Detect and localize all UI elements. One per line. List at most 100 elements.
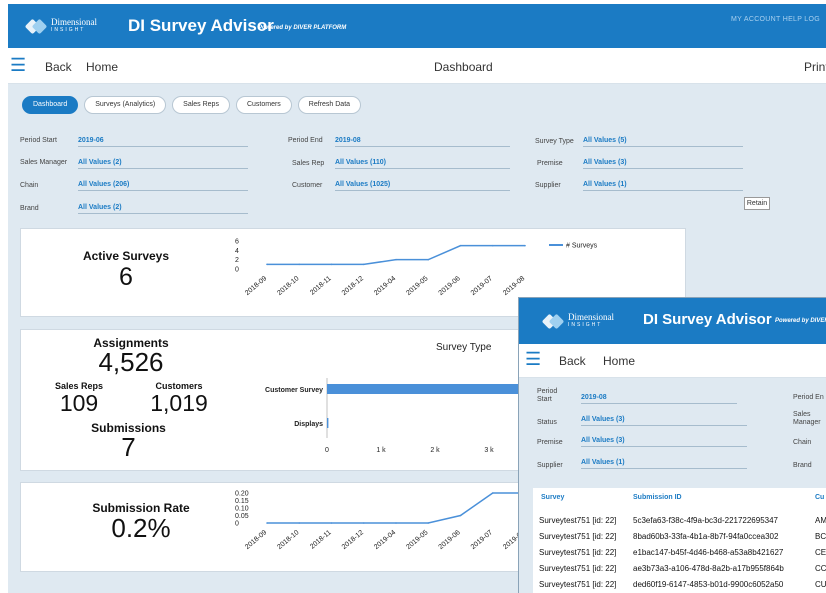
customer-label: Customer [292,182,323,189]
bar-mark [327,418,329,428]
brand-select[interactable]: All Values (2) [78,204,248,214]
supplier-select[interactable]: All Values (1) [583,181,743,191]
surveys-data-point [395,258,397,261]
back-link[interactable]: Back [45,60,72,74]
bar-xtick-label: 3 k [484,447,494,454]
submission-id-cell[interactable]: 8bad60b3-33fa-4b1a-8b7f-94fa0ccea302 [633,532,778,541]
rate-data-point [298,522,301,524]
assignments-value: 4,526 [98,347,164,377]
survey-cell[interactable]: Surveytest751 [id: 22] [539,564,616,573]
ov-status-label: Status [537,419,557,426]
bar-category-label: Displays [294,421,323,428]
period-end-select[interactable]: 2019-08 [335,137,510,147]
customer-cell[interactable]: AM [815,516,826,525]
bar-xtick-label: 1 k [376,447,386,454]
surveys-xtick-label: 2019-07 [470,275,494,297]
submissions-window: Dimensional INSIGHT DI Survey Advisor Po… [518,297,826,593]
rate-data-point [491,492,494,494]
submission-id-cell[interactable]: 5c3efa63-f38c-4f9a-bc3d-221722695347 [633,516,778,525]
app-header: Dimensional INSIGHT DI Survey Advisor Po… [8,4,826,48]
ov-period-start-label: Period Start [537,388,558,403]
surveys-data-point [266,263,268,266]
surveys-data-point [330,263,333,266]
overlay-logo-line1: Dimensional [568,312,614,322]
column-header-submission-id[interactable]: Submission ID [633,494,682,501]
customer-cell[interactable]: BC [815,532,826,541]
surveys-xtick-label: 2018-11 [309,275,333,297]
ov-period-start-select[interactable]: 2019-08 [581,394,737,404]
sales-manager-select[interactable]: All Values (2) [78,159,248,169]
rate-xtick-label: 2019-07 [470,529,494,551]
surveys-series-line [267,244,525,266]
rate-xtick-label: 2018-10 [276,529,300,551]
survey-cell[interactable]: Surveytest751 [id: 22] [539,548,616,557]
period-end-label: Period End [288,137,323,144]
premise-select[interactable]: All Values (3) [583,159,743,169]
surveys-xtick-label: 2019-06 [438,275,462,297]
tab-sales-reps[interactable]: Sales Reps [172,96,230,114]
company-logo[interactable]: Dimensional INSIGHT [24,17,97,35]
surveys-legend-label: # Surveys [566,243,598,250]
ov-period-end-label: Period En [793,394,824,401]
customer-cell[interactable]: CC [815,564,826,573]
customer-cell[interactable]: CU [815,580,826,589]
submission-id-cell[interactable]: e1bac147-b45f-4d46-b468-a53a8b421627 [633,548,783,557]
sales-rep-label: Sales Rep [292,160,325,167]
overlay-app-title: DI Survey Advisor [643,311,772,328]
overlay-hamburger-menu-icon[interactable]: ☰ [525,350,541,368]
overlay-back-link[interactable]: Back [559,354,586,368]
surveys-xtick-label: 2018-10 [276,275,300,297]
tab-customers[interactable]: Customers [235,96,292,114]
tab-surveys-analytics[interactable]: Surveys (Analytics) [84,96,167,114]
period-start-select[interactable]: 2019-06 [78,137,248,147]
account-links[interactable]: MY ACCOUNT HELP LOG [731,16,820,23]
customer-cell[interactable]: CE [815,548,826,557]
customer-select[interactable]: All Values (1025) [335,181,510,191]
surveys-data-point [362,263,365,266]
rate-data-point [395,522,397,524]
submissions-value: 7 [121,432,136,462]
survey-cell[interactable]: Surveytest751 [id: 22] [539,516,616,525]
home-link[interactable]: Home [86,60,118,74]
submission-id-cell[interactable]: ded60f19-6147-4853-b01d-9900c6052a50 [633,580,783,589]
customers-value: 1,019 [150,390,208,416]
chain-label: Chain [20,182,39,189]
rate-xtick-label: 2019-05 [405,529,429,551]
active-surveys-label: Active Surveys [82,249,170,263]
surveys-data-point [298,263,301,266]
chain-select[interactable]: All Values (206) [78,181,248,191]
overlay-home-link[interactable]: Home [603,354,635,368]
logo-line1: Dimensional [51,17,97,27]
column-header-customer[interactable]: Cu [815,494,824,501]
overlay-nav-bar: ☰ Back Home [519,344,826,378]
ov-brand-label: Brand [793,462,812,469]
ov-supplier-label: Supplier [537,462,563,469]
column-header-survey[interactable]: Survey [541,494,564,501]
overlay-company-logo[interactable]: Dimensional INSIGHT [541,312,614,330]
surveys-ytick-label: 2 [235,257,239,264]
print-link[interactable]: Print [804,60,826,74]
ov-supplier-select[interactable]: All Values (1) [581,459,747,469]
ov-premise-select[interactable]: All Values (3) [581,437,747,447]
survey-cell[interactable]: Surveytest751 [id: 22] [539,580,616,589]
rate-data-point [459,514,462,517]
surveys-data-point [524,244,526,247]
rate-xtick-label: 2019-04 [373,529,397,551]
rate-xtick-label: 2018-09 [244,529,268,551]
sales-rep-select[interactable]: All Values (110) [335,159,510,169]
retain-button[interactable]: Retain [744,197,770,210]
survey-cell[interactable]: Surveytest751 [id: 22] [539,532,616,541]
tab-refresh-data[interactable]: Refresh Data [297,96,362,114]
surveys-data-point [491,244,494,247]
surveys-ytick-label: 0 [235,267,239,274]
overlay-powered-by: Powered by DIVER PLATFORM [775,318,826,324]
survey-type-select[interactable]: All Values (5) [583,137,743,147]
tab-bar: Dashboard Surveys (Analytics) Sales Reps… [22,96,362,114]
bar-chart-title: Survey Type [436,342,492,353]
surveys-data-point [427,258,430,261]
tab-dashboard[interactable]: Dashboard [22,96,79,114]
submission-id-cell[interactable]: ae3b73a3-a106-478d-8a2b-a17b955f864b [633,564,784,573]
brand-label: Brand [20,205,39,212]
hamburger-menu-icon[interactable]: ☰ [10,56,26,74]
ov-status-select[interactable]: All Values (3) [581,416,747,426]
